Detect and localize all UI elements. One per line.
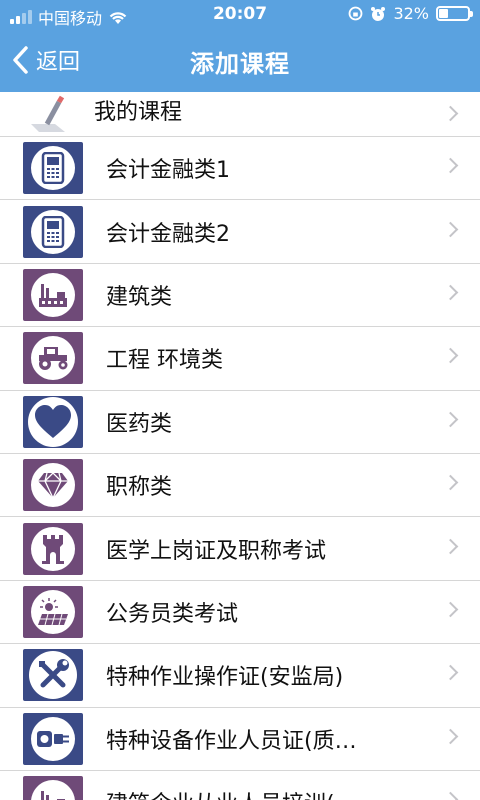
chevron-right-icon — [442, 221, 459, 237]
phone-icon — [23, 205, 83, 258]
chevron-right-icon — [442, 791, 459, 800]
list-item-my-courses[interactable]: 我的课程 — [0, 92, 480, 137]
list-item-label: 建筑类 — [106, 284, 173, 310]
plug-icon — [23, 712, 83, 765]
page-title: 添加课程 — [190, 50, 290, 78]
list-item-label: 我的课程 — [94, 100, 183, 125]
list-item-label: 会计金融类1 — [106, 158, 230, 184]
chevron-right-icon — [442, 538, 459, 554]
list-item[interactable]: 工程 环境类 — [0, 327, 480, 391]
chevron-right-icon — [442, 157, 459, 174]
factory-icon — [23, 268, 83, 321]
list-item[interactable]: 特种设备作业人员证(质… — [0, 708, 480, 771]
tractor-icon — [23, 332, 83, 385]
solar-icon — [23, 585, 83, 638]
chevron-right-icon — [442, 348, 459, 364]
alarm-icon — [371, 6, 386, 21]
phone-icon — [23, 142, 83, 195]
chevron-right-icon — [442, 105, 459, 122]
list-item[interactable]: 会计金融类2 — [0, 200, 480, 264]
list-item[interactable]: 特种作业操作证(安监局) — [0, 644, 480, 708]
list-item-label: 医学上岗证及职称考试 — [106, 538, 327, 564]
list-item[interactable]: 公务员类考试 — [0, 581, 480, 645]
list-item-label: 医药类 — [106, 411, 173, 437]
battery-icon — [436, 6, 473, 21]
list-item-label: 会计金融类2 — [106, 221, 230, 247]
nav-bar: 返回 添加课程 — [0, 28, 480, 92]
list-item[interactable]: 会计金融类1 — [0, 137, 480, 201]
heart-icon — [23, 395, 83, 448]
list-item[interactable]: 职称类 — [0, 454, 480, 518]
pencil-icon — [22, 92, 72, 140]
list-item[interactable]: 医学上岗证及职称考试 — [0, 517, 480, 581]
list-item[interactable]: 医药类 — [0, 391, 480, 454]
chevron-right-icon — [442, 728, 459, 744]
list-item-label: 特种设备作业人员证(质… — [106, 728, 357, 754]
list-item-label: 建筑企业从业人员培训( — [106, 786, 335, 800]
list-item-label: 公务员类考试 — [106, 601, 239, 627]
tower-icon — [23, 522, 83, 575]
list-item-label: 特种作业操作证(安监局) — [106, 665, 344, 691]
rotation-lock-icon — [349, 6, 363, 21]
list-item-label: 职称类 — [106, 475, 173, 501]
status-bar: 中国移动 20:07 32% — [0, 0, 480, 28]
list-item[interactable]: 建筑类 — [0, 264, 480, 328]
course-category-list: 我的课程 会计金融类1 会计金融类2 建筑类 工程 环境类 医药类 职称类 医学… — [0, 92, 480, 800]
list-item[interactable]: 建筑企业从业人员培训( — [0, 771, 480, 800]
chevron-right-icon — [442, 601, 459, 618]
chevron-right-icon — [442, 474, 459, 491]
battery-percent: 32% — [393, 4, 429, 23]
chevron-right-icon — [442, 284, 459, 301]
header: 中国移动 20:07 32% 返回 添加课程 — [0, 0, 480, 92]
factory-icon — [23, 776, 83, 800]
chevron-right-icon — [442, 665, 459, 681]
chevron-right-icon — [442, 411, 459, 428]
diamond-icon — [23, 459, 83, 512]
list-item-label: 工程 环境类 — [106, 348, 223, 374]
tools-icon — [23, 649, 83, 702]
